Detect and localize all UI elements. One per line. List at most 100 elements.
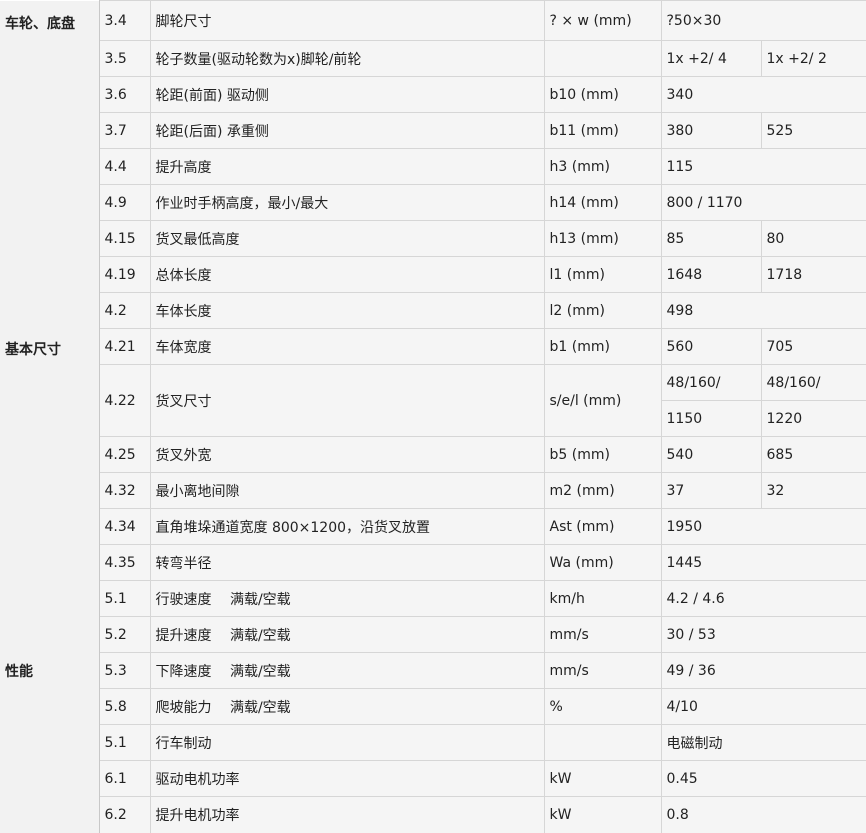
row-desc: 作业时手柄高度，最小/最大: [150, 184, 545, 221]
table-row: 5.2 提升速度 满载/空载 mm/s 30 / 53: [0, 616, 866, 653]
row-desc: 转弯半径: [150, 544, 545, 581]
row-desc: 最小离地间隙: [150, 472, 545, 509]
row-unit: l2 (mm): [544, 292, 662, 329]
row-unit: b1 (mm): [544, 328, 662, 365]
table-row: 5.1 行车制动 电磁制动: [0, 724, 866, 761]
row-code: 6.2: [99, 796, 151, 833]
row-desc: 行驶速度 满载/空载: [150, 580, 545, 617]
row-desc: 货叉外宽: [150, 436, 545, 473]
row-value-2: 80: [761, 220, 866, 257]
row-unit: [544, 724, 662, 761]
category-spacer: [0, 436, 100, 473]
row-desc: 车体宽度: [150, 328, 545, 365]
category-spacer: [0, 760, 100, 797]
row-unit: h3 (mm): [544, 148, 662, 185]
row-code: 5.1: [99, 580, 151, 617]
row-value: 30 / 53: [661, 616, 866, 653]
row-desc: 提升电机功率: [150, 796, 545, 833]
row-unit: mm/s: [544, 652, 662, 689]
row-code: 5.8: [99, 688, 151, 725]
row-unit: [544, 40, 662, 77]
row-desc: 车体长度: [150, 292, 545, 329]
category-spacer: [0, 220, 100, 257]
row-value: 电磁制动: [661, 724, 866, 761]
row-unit: %: [544, 688, 662, 725]
category-wheels: 车轮、底盘: [0, 0, 100, 41]
table-row: 基本尺寸 4.21 车体宽度 b1 (mm) 560 705: [0, 328, 866, 365]
row-unit: s/e/l (mm): [544, 364, 662, 437]
row-code: 5.3: [99, 652, 151, 689]
row-code: 3.4: [99, 0, 151, 41]
row-value: 1445: [661, 544, 866, 581]
table-row: 4.32 最小离地间隙 m2 (mm) 37 32: [0, 472, 866, 509]
row-value-2: 705: [761, 328, 866, 365]
row-code: 4.22: [99, 364, 151, 437]
row-value: 0.8: [661, 796, 866, 833]
row-desc: 下降速度 满载/空载: [150, 652, 545, 689]
row-code: 4.19: [99, 256, 151, 293]
row-value-2b: 1220: [761, 400, 866, 437]
category-spacer: [0, 508, 100, 545]
category-performance: 性能: [0, 652, 100, 689]
row-value: 115: [661, 148, 866, 185]
row-value-1: 1x +2/ 4: [661, 40, 762, 77]
row-unit: b10 (mm): [544, 76, 662, 113]
row-value: 4.2 / 4.6: [661, 580, 866, 617]
row-code: 4.9: [99, 184, 151, 221]
row-desc: 货叉尺寸: [150, 364, 545, 437]
row-value-1: 380: [661, 112, 762, 149]
row-value: 498: [661, 292, 866, 329]
row-value-1: 48/160/: [661, 364, 762, 401]
table-row: 性能 5.3 下降速度 满载/空载 mm/s 49 / 36: [0, 652, 866, 689]
row-desc: 行车制动: [150, 724, 545, 761]
table-row: 4.35 转弯半径 Wa (mm) 1445: [0, 544, 866, 581]
category-spacer: [0, 40, 100, 77]
row-unit: kW: [544, 796, 662, 833]
table-row: 车轮、底盘 3.4 脚轮尺寸 ? × w (mm) ?50×30: [0, 0, 866, 41]
category-spacer: [0, 616, 100, 653]
row-desc: 直角堆垛通道宽度 800×1200，沿货叉放置: [150, 508, 545, 545]
row-value-1: 1648: [661, 256, 762, 293]
row-unit: b5 (mm): [544, 436, 662, 473]
row-value-2: 32: [761, 472, 866, 509]
row-unit: h13 (mm): [544, 220, 662, 257]
category-spacer: [0, 544, 100, 581]
row-desc: 货叉最低高度: [150, 220, 545, 257]
row-desc: 总体长度: [150, 256, 545, 293]
row-code: 4.4: [99, 148, 151, 185]
row-unit: b11 (mm): [544, 112, 662, 149]
row-value-1: 560: [661, 328, 762, 365]
row-unit: Ast (mm): [544, 508, 662, 545]
row-desc: 脚轮尺寸: [150, 0, 545, 41]
row-unit: km/h: [544, 580, 662, 617]
row-value-1: 37: [661, 472, 762, 509]
row-unit: h14 (mm): [544, 184, 662, 221]
row-unit: kW: [544, 760, 662, 797]
row-value-2: 1x +2/ 2: [761, 40, 866, 77]
row-value: ?50×30: [661, 0, 866, 41]
table-row: 5.8 爬坡能力 满载/空载 % 4/10: [0, 688, 866, 725]
row-code: 4.35: [99, 544, 151, 581]
category-spacer: [0, 76, 100, 113]
category-spacer: [0, 688, 100, 725]
table-row: 6.1 驱动电机功率 kW 0.45: [0, 760, 866, 797]
category-spacer: [0, 292, 100, 329]
row-desc: 轮子数量(驱动轮数为x)脚轮/前轮: [150, 40, 545, 77]
row-code: 4.32: [99, 472, 151, 509]
row-code: 3.5: [99, 40, 151, 77]
category-spacer: [0, 724, 100, 761]
row-value: 0.45: [661, 760, 866, 797]
row-desc: 轮距(后面) 承重侧: [150, 112, 545, 149]
row-desc: 提升速度 满载/空载: [150, 616, 545, 653]
row-value-2: 685: [761, 436, 866, 473]
category-spacer: [0, 400, 100, 437]
row-code: 3.6: [99, 76, 151, 113]
table-row: 3.7 轮距(后面) 承重侧 b11 (mm) 380 525: [0, 112, 866, 149]
row-desc: 驱动电机功率: [150, 760, 545, 797]
table-row: 4.15 货叉最低高度 h13 (mm) 85 80: [0, 220, 866, 257]
row-value: 800 / 1170: [661, 184, 866, 221]
row-unit: mm/s: [544, 616, 662, 653]
row-value: 340: [661, 76, 866, 113]
category-dimensions: 基本尺寸: [0, 328, 100, 365]
row-unit: m2 (mm): [544, 472, 662, 509]
